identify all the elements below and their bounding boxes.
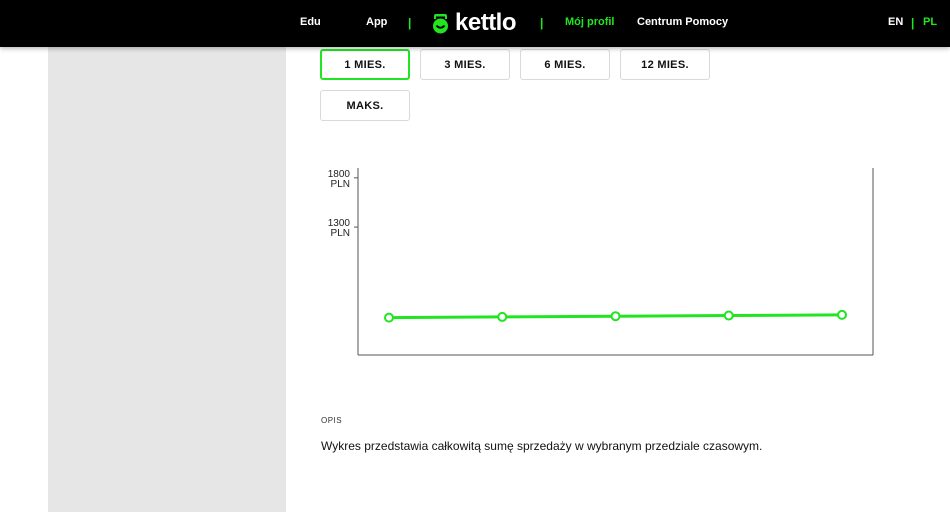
kettlebell-icon: [433, 14, 448, 34]
language-en-link[interactable]: EN: [888, 16, 903, 28]
range-3-months-button[interactable]: 3 MIES.: [420, 49, 510, 80]
nav-profile-link[interactable]: Mój profil: [565, 16, 615, 28]
language-pl-link[interactable]: PL: [923, 16, 937, 28]
nav-help-link[interactable]: Centrum Pomocy: [637, 16, 728, 28]
sidebar-panel: [48, 47, 286, 512]
range-12-months-button[interactable]: 12 MIES.: [620, 49, 710, 80]
nav-separator: |: [408, 16, 412, 30]
range-max-button[interactable]: MAKS.: [320, 90, 410, 121]
nav-separator: |: [540, 16, 544, 30]
nav-edu-link[interactable]: Edu: [300, 16, 321, 28]
description-heading: OPIS: [321, 416, 343, 425]
data-point: [610, 311, 621, 322]
nav-app-link[interactable]: App: [366, 16, 387, 28]
data-point: [384, 312, 394, 323]
data-point: [723, 310, 734, 321]
range-1-month-button[interactable]: 1 MIES.: [320, 49, 410, 80]
kettlo-logo[interactable]: kettlo: [432, 9, 517, 36]
y-tick-unit: PLN: [331, 179, 350, 190]
nav-separator: |: [911, 16, 915, 30]
data-point: [837, 309, 847, 320]
brand-name: kettlo: [455, 9, 517, 36]
range-6-months-button[interactable]: 6 MIES.: [520, 49, 610, 80]
sales-chart: 1800 PLN 1300 PLN: [320, 160, 880, 365]
description-text: Wykres przedstawia całkowitą sumę sprzed…: [321, 439, 763, 453]
sales-line-chart: 1800PLN1300PLN: [328, 168, 874, 356]
data-point: [497, 311, 508, 322]
top-navigation-bar: Edu App | kettlo | Mój profil Centrum Po…: [0, 0, 950, 47]
y-tick-unit: PLN: [331, 228, 350, 239]
